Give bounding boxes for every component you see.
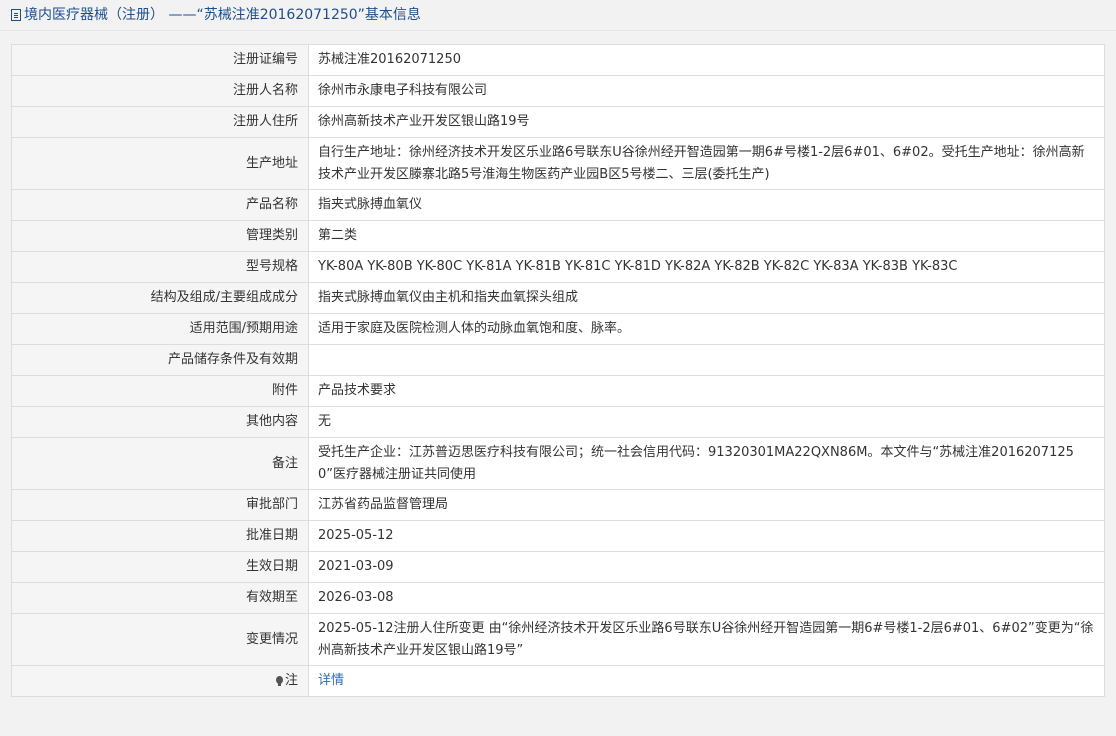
row-label: 变更情况 [11,613,309,666]
row-label: 注册人住所 [11,106,309,138]
table-row: 批准日期 2025-05-12 [11,520,1105,552]
note-label: 注 [284,673,298,688]
note-value-cell: 详情 [308,665,1105,697]
table-row: 型号规格 YK-80A YK-80B YK-80C YK-81A YK-81B … [11,251,1105,283]
table-row: 管理类别 第二类 [11,220,1105,252]
row-label: 有效期至 [11,582,309,614]
page-title: 境内医疗器械（注册） ——“苏械注准20162071250”基本信息 [24,7,421,23]
row-value: 产品技术要求 [308,375,1105,407]
row-value: 2025-05-12 [308,520,1105,552]
row-value: 江苏省药品监督管理局 [308,489,1105,521]
row-value [308,344,1105,376]
bulb-icon [275,676,283,686]
table-row: 生产地址 自行生产地址：徐州经济技术开发区乐业路6号联东U谷徐州经开智造园第一期… [11,137,1105,190]
row-label: 批准日期 [11,520,309,552]
table-row: 产品储存条件及有效期 [11,344,1105,376]
row-value: 受托生产企业：江苏普迈思医疗科技有限公司；统一社会信用代码：91320301MA… [308,437,1105,490]
table-row: 结构及组成/主要组成成分 指夹式脉搏血氧仪由主机和指夹血氧探头组成 [11,282,1105,314]
document-icon [11,9,21,21]
note-label-cell: 注 [11,665,309,697]
page-title-bar: 境内医疗器械（注册） ——“苏械注准20162071250”基本信息 [0,0,1116,31]
row-value: 苏械注准20162071250 [308,44,1105,76]
row-value: 适用于家庭及医院检测人体的动脉血氧饱和度、脉率。 [308,313,1105,345]
table-row: 其他内容 无 [11,406,1105,438]
table-row: 生效日期 2021-03-09 [11,551,1105,583]
row-value: YK-80A YK-80B YK-80C YK-81A YK-81B YK-81… [308,251,1105,283]
row-label: 审批部门 [11,489,309,521]
row-label: 备注 [11,437,309,490]
row-label: 注册证编号 [11,44,309,76]
row-label: 型号规格 [11,251,309,283]
row-value: 2025-05-12注册人住所变更 由“徐州经济技术开发区乐业路6号联东U谷徐州… [308,613,1105,666]
row-value: 徐州高新技术产业开发区银山路19号 [308,106,1105,138]
table-row: 适用范围/预期用途 适用于家庭及医院检测人体的动脉血氧饱和度、脉率。 [11,313,1105,345]
row-value: 指夹式脉搏血氧仪由主机和指夹血氧探头组成 [308,282,1105,314]
info-table: 注册证编号 苏械注准20162071250 注册人名称 徐州市永康电子科技有限公… [11,44,1105,697]
table-row: 注册人名称 徐州市永康电子科技有限公司 [11,75,1105,107]
row-label: 其他内容 [11,406,309,438]
note-row: 注 详情 [11,665,1105,697]
row-value: 徐州市永康电子科技有限公司 [308,75,1105,107]
table-row: 备注 受托生产企业：江苏普迈思医疗科技有限公司；统一社会信用代码：9132030… [11,437,1105,490]
row-label: 注册人名称 [11,75,309,107]
row-value: 2026-03-08 [308,582,1105,614]
table-row: 注册证编号 苏械注准20162071250 [11,44,1105,76]
row-label: 生产地址 [11,137,309,190]
row-label: 生效日期 [11,551,309,583]
row-value: 自行生产地址：徐州经济技术开发区乐业路6号联东U谷徐州经开智造园第一期6#号楼1… [308,137,1105,190]
row-value: 2021-03-09 [308,551,1105,583]
row-value: 第二类 [308,220,1105,252]
row-label: 结构及组成/主要组成成分 [11,282,309,314]
table-row: 有效期至 2026-03-08 [11,582,1105,614]
table-row: 审批部门 江苏省药品监督管理局 [11,489,1105,521]
table-row: 注册人住所 徐州高新技术产业开发区银山路19号 [11,106,1105,138]
row-value: 无 [308,406,1105,438]
info-table-container: 注册证编号 苏械注准20162071250 注册人名称 徐州市永康电子科技有限公… [11,44,1105,697]
table-row: 变更情况 2025-05-12注册人住所变更 由“徐州经济技术开发区乐业路6号联… [11,613,1105,666]
row-label: 适用范围/预期用途 [11,313,309,345]
row-label: 产品名称 [11,189,309,221]
table-row: 产品名称 指夹式脉搏血氧仪 [11,189,1105,221]
row-label: 产品储存条件及有效期 [11,344,309,376]
table-row: 附件 产品技术要求 [11,375,1105,407]
row-value: 指夹式脉搏血氧仪 [308,189,1105,221]
row-label: 附件 [11,375,309,407]
details-link[interactable]: 详情 [318,673,344,688]
row-label: 管理类别 [11,220,309,252]
